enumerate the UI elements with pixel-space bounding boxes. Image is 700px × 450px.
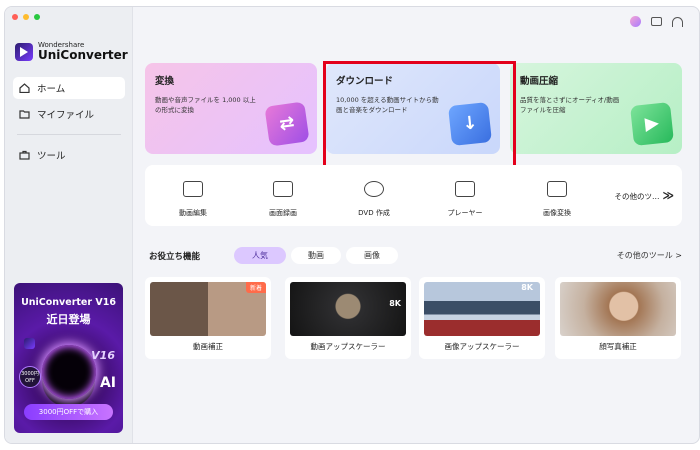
more-tools-label: その他のツ…	[614, 192, 660, 201]
folder-icon	[19, 109, 30, 119]
chat-icon[interactable]	[651, 17, 662, 26]
sidebar: Wondershare UniConverter ホーム マイファイル ツール …	[5, 7, 133, 443]
convert-icon: ⇄	[264, 101, 310, 147]
more-tools-link[interactable]: その他のツール >	[617, 250, 682, 261]
promo-eclipse-graphic	[42, 345, 96, 399]
sidebar-item-label: ツール	[37, 151, 66, 162]
headset-icon[interactable]	[672, 16, 683, 27]
hero-description: 動画や音声ファイルを 1,000 以上の形式に変換	[155, 96, 256, 114]
zoom-button[interactable]	[34, 14, 40, 20]
tab-video[interactable]: 動画	[291, 247, 341, 264]
tool-image-convert[interactable]: 画像変換	[517, 165, 597, 226]
screen-record-icon	[273, 181, 293, 197]
player-icon	[455, 181, 475, 197]
minimize-button[interactable]	[23, 14, 29, 20]
resolution-badge: 8K	[389, 299, 401, 308]
dvd-icon	[364, 181, 384, 197]
more-tools-button[interactable]: その他のツ… ≫	[614, 189, 674, 202]
uniconverter-logo-icon	[24, 338, 35, 349]
chevron-right-icon: ≫	[662, 189, 674, 202]
window-controls	[12, 14, 40, 20]
tool-screen-record[interactable]: 画面録画	[243, 165, 323, 226]
promo-version-text: V16	[91, 349, 115, 362]
image-convert-icon	[547, 181, 567, 197]
toolbox-icon	[19, 150, 30, 160]
promo-subtitle: 近日登場	[46, 313, 91, 326]
resolution-badge: 8K	[521, 283, 533, 292]
sidebar-item-tools[interactable]: ツール	[13, 144, 125, 166]
sidebar-item-label: ホーム	[37, 84, 66, 95]
app-logo: Wondershare UniConverter	[15, 41, 128, 62]
video-edit-icon	[183, 181, 203, 197]
promo-ai-text: AI	[99, 375, 116, 391]
promo-discount-badge: 3000円 OFF	[19, 366, 41, 388]
tool-player[interactable]: プレーヤー	[425, 165, 505, 226]
avatar[interactable]	[630, 16, 641, 27]
tab-popular[interactable]: 人気	[234, 247, 286, 264]
sidebar-item-home[interactable]: ホーム	[13, 77, 125, 99]
logo-product: UniConverter	[38, 48, 128, 62]
feature-card-face-enhance[interactable]: 顔写真補正	[555, 277, 681, 359]
tool-dvd[interactable]: DVD 作成	[334, 165, 414, 226]
tools-bar: 動画編集 画面録画 DVD 作成 プレーヤー 画像変換 その他のツ… ≫	[145, 165, 682, 226]
hero-title: 変換	[155, 76, 175, 87]
hero-description: 品質を落とさずにオーディオ/動画ファイルを圧縮	[520, 96, 620, 114]
promo-buy-button[interactable]: 3000円OFFで購入	[24, 404, 113, 420]
sidebar-item-label: マイファイル	[37, 110, 95, 121]
feature-card-video-upscaler[interactable]: 8K 動画アップスケーラー	[285, 277, 411, 359]
sidebar-divider	[17, 134, 121, 135]
new-badge: 新着	[245, 282, 266, 293]
tab-image[interactable]: 画像	[346, 247, 398, 264]
feature-label: 動画補正	[193, 342, 223, 351]
topbar-actions	[630, 16, 683, 27]
tool-label: DVD 作成	[358, 209, 390, 217]
compress-icon: ▶	[630, 102, 674, 146]
home-icon	[19, 83, 30, 94]
highlight-box	[323, 61, 516, 171]
feature-card-video-enhance[interactable]: 新着 動画補正	[145, 277, 271, 359]
feature-label: 動画アップスケーラー	[310, 342, 386, 351]
feature-card-image-upscaler[interactable]: 8K 画像アップスケーラー	[419, 277, 545, 359]
tool-label: 画面録画	[269, 209, 297, 217]
section-title: お役立ち機能	[149, 252, 201, 262]
features-section-header: お役立ち機能 人気 動画 画像 その他のツール >	[149, 247, 682, 265]
feature-label: 顔写真補正	[599, 342, 637, 351]
tool-video-edit[interactable]: 動画編集	[153, 165, 233, 226]
hero-card-convert[interactable]: 変換 動画や音声ファイルを 1,000 以上の形式に変換 ⇄	[145, 63, 317, 154]
uniconverter-logo-icon	[15, 42, 33, 61]
tool-label: 動画編集	[179, 209, 207, 217]
sidebar-item-my-files[interactable]: マイファイル	[13, 103, 125, 125]
promo-banner[interactable]: UniConverter V16 近日登場 3000円 OFF V16 AI 3…	[14, 283, 123, 433]
promo-title: UniConverter V16	[21, 297, 116, 308]
feature-thumbnail	[290, 282, 406, 336]
tool-label: 画像変換	[543, 209, 571, 217]
tool-label: プレーヤー	[447, 209, 483, 217]
feature-thumbnail	[560, 282, 676, 336]
feature-label: 画像アップスケーラー	[444, 342, 520, 351]
sidebar-nav: ホーム マイファイル ツール	[13, 77, 125, 170]
app-window: Wondershare UniConverter ホーム マイファイル ツール …	[4, 6, 700, 444]
close-button[interactable]	[12, 14, 18, 20]
hero-title: 動画圧縮	[520, 76, 559, 87]
hero-card-compress[interactable]: 動画圧縮 品質を落とさずにオーディオ/動画ファイルを圧縮 ▶	[510, 63, 682, 154]
